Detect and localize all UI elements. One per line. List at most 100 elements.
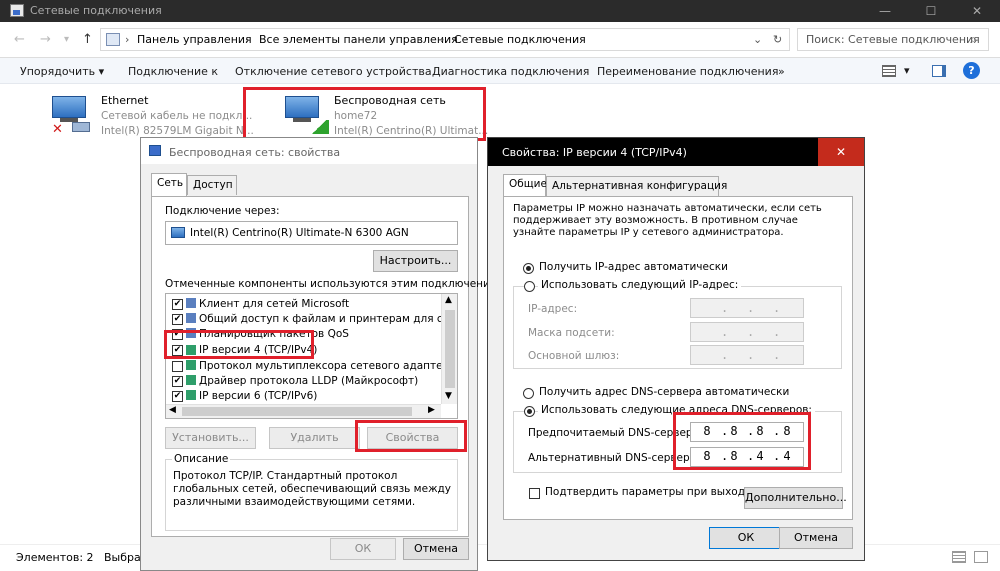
- up-icon[interactable]: ↑: [82, 32, 93, 47]
- scroll-thumb[interactable]: [182, 407, 412, 416]
- cancel-button[interactable]: Отмена: [403, 538, 469, 560]
- advanced-button[interactable]: Дополнительно...: [744, 487, 847, 509]
- component-label: Клиент для сетей Microsoft: [199, 298, 350, 310]
- details-view-icon[interactable]: [952, 551, 966, 563]
- list-item[interactable]: ✔ IP версии 6 (TCP/IPv6): [172, 389, 441, 404]
- subnet-mask-field[interactable]: ...: [690, 322, 804, 342]
- ipv4-ok-button[interactable]: ОК: [709, 527, 783, 549]
- description-label: Описание: [172, 453, 231, 465]
- horizontal-scrollbar[interactable]: ◀ ▶: [166, 404, 441, 418]
- checkbox[interactable]: [172, 361, 183, 372]
- preview-pane-icon[interactable]: [932, 65, 946, 77]
- description-text: Протокол TCP/IP. Стандартный протокол гл…: [173, 470, 451, 508]
- highlight-ipv4-item: [164, 330, 314, 359]
- scroll-left-icon[interactable]: ◀: [169, 405, 176, 415]
- dialog-close-button[interactable]: ✕: [818, 138, 864, 166]
- close-button[interactable]: ✕: [954, 0, 1000, 22]
- list-item[interactable]: ✔ Драйвер протокола LLDP (Майкрософт): [172, 374, 441, 389]
- auto-dns-radio[interactable]: [523, 388, 534, 399]
- component-label: Драйвер протокола LLDP (Майкрософт): [199, 375, 419, 387]
- checkbox[interactable]: ✔: [172, 391, 183, 402]
- network-folder-icon: [10, 4, 24, 17]
- ip-address-label: IP-адрес:: [528, 303, 578, 315]
- disable-device-button[interactable]: Отключение сетевого устройства: [235, 65, 432, 78]
- tab-sharing[interactable]: Доступ: [187, 175, 237, 195]
- validate-label: Подтвердить параметры при выходе: [545, 486, 752, 498]
- alternate-dns-label: Альтернативный DNS-сервер:: [528, 452, 694, 464]
- command-bar: Упорядочить ▾ Подключение к Отключение с…: [0, 58, 1000, 84]
- vertical-scrollbar[interactable]: ▲ ▼: [441, 294, 457, 404]
- search-placeholder: Поиск: Сетевые подключения: [806, 33, 980, 46]
- tab-alternate-config[interactable]: Альтернативная конфигурация: [546, 176, 727, 196]
- connect-to-button[interactable]: Подключение к: [128, 65, 218, 78]
- dropdown-chevron-icon[interactable]: ⌄: [753, 33, 762, 46]
- item-count: Элементов: 2: [16, 551, 94, 564]
- help-icon[interactable]: ?: [963, 62, 980, 79]
- highlight-dns-fields: [673, 412, 811, 470]
- list-item[interactable]: ✔ Клиент для сетей Microsoft: [172, 297, 441, 312]
- client-icon: [186, 298, 196, 308]
- ip-group: Использовать следующий IP-адрес: IP-адре…: [513, 279, 842, 369]
- back-icon[interactable]: ←: [14, 32, 25, 47]
- uninstall-button[interactable]: Удалить: [269, 427, 360, 449]
- icons-view-icon[interactable]: [974, 551, 988, 563]
- breadcrumb-separator-icon: ›: [245, 33, 250, 46]
- list-item[interactable]: ✔ Общий доступ к файлам и принтерам для с…: [172, 312, 441, 327]
- scroll-up-icon[interactable]: ▲: [445, 295, 452, 305]
- protocol-icon: [186, 390, 196, 400]
- scroll-down-icon[interactable]: ▼: [445, 391, 452, 401]
- diagnose-button[interactable]: Диагностика подключения: [432, 65, 589, 78]
- ok-button[interactable]: ОК: [330, 538, 396, 560]
- search-input[interactable]: Поиск: Сетевые подключения ⌕: [797, 28, 989, 51]
- network-tab-panel: Подключение через: Intel(R) Centrino(R) …: [151, 196, 508, 537]
- organize-button[interactable]: Упорядочить ▾: [20, 65, 104, 78]
- install-button[interactable]: Установить...: [165, 427, 256, 449]
- ipv4-dialog-title: Свойства: IP версии 4 (TCP/IPv4): [502, 146, 687, 159]
- scroll-right-icon[interactable]: ▶: [428, 405, 435, 415]
- component-label: Протокол мультиплексора сетевого адаптер…: [199, 360, 441, 372]
- view-options-icon[interactable]: [882, 65, 896, 77]
- checkbox[interactable]: ✔: [172, 314, 183, 325]
- tab-general[interactable]: Общие: [503, 174, 547, 197]
- forward-icon[interactable]: →: [40, 32, 51, 47]
- manual-dns-radio[interactable]: [524, 406, 535, 417]
- breadcrumb-all-items[interactable]: Все элементы панели управления: [259, 33, 458, 46]
- minimize-button[interactable]: —: [862, 0, 908, 22]
- refresh-icon[interactable]: ↻: [773, 33, 782, 46]
- gateway-label: Основной шлюз:: [528, 350, 620, 362]
- list-item[interactable]: Протокол мультиплексора сетевого адаптер…: [172, 359, 441, 374]
- adapter-name-text: Intel(R) Centrino(R) Ultimate-N 6300 AGN: [190, 227, 409, 239]
- scroll-thumb[interactable]: [445, 310, 455, 388]
- manual-ip-radio[interactable]: [524, 281, 535, 292]
- maximize-button[interactable]: ☐: [908, 0, 954, 22]
- recent-chevron-icon[interactable]: ▾: [64, 34, 69, 45]
- component-label: IP версии 6 (TCP/IPv6): [199, 390, 318, 402]
- view-dropdown-icon[interactable]: ▾: [904, 64, 910, 77]
- adapter-ethernet[interactable]: ✕ Ethernet Сетевой кабель не подкл... In…: [50, 92, 254, 142]
- dialog-title-bar: Беспроводная сеть: свойства: [141, 138, 477, 164]
- ethernet-adapter-icon: [52, 96, 86, 118]
- ip-address-field[interactable]: ...: [690, 298, 804, 318]
- more-commands-button[interactable]: »: [778, 65, 785, 78]
- gateway-field[interactable]: ...: [690, 345, 804, 365]
- preferred-dns-label: Предпочитаемый DNS-сервер:: [528, 427, 697, 439]
- search-icon[interactable]: ⌕: [970, 32, 977, 47]
- address-input[interactable]: › Панель управления › Все элементы панел…: [100, 28, 790, 51]
- auto-dns-label: Получить адрес DNS-сервера автоматически: [539, 386, 790, 398]
- configure-button[interactable]: Настроить...: [373, 250, 458, 272]
- components-label: Отмеченные компоненты используются этим …: [165, 278, 508, 290]
- auto-ip-radio[interactable]: [523, 263, 534, 274]
- disconnected-x-icon: ✕: [52, 122, 63, 137]
- cable-icon: [72, 122, 90, 132]
- validate-checkbox[interactable]: [529, 488, 540, 499]
- tab-network[interactable]: Сеть: [151, 173, 187, 196]
- adapter-icon: [171, 227, 185, 238]
- breadcrumb-network-connections[interactable]: Сетевые подключения: [454, 33, 586, 46]
- rename-button[interactable]: Переименование подключения: [597, 65, 778, 78]
- ipv4-title-bar: Свойства: IP версии 4 (TCP/IPv4) ✕: [488, 138, 864, 166]
- breadcrumb-control-panel[interactable]: Панель управления: [137, 33, 252, 46]
- checkbox[interactable]: ✔: [172, 299, 183, 310]
- checkbox[interactable]: ✔: [172, 376, 183, 387]
- ipv4-properties-dialog: Свойства: IP версии 4 (TCP/IPv4) ✕ Общие…: [487, 137, 865, 561]
- ipv4-cancel-button[interactable]: Отмена: [779, 527, 853, 549]
